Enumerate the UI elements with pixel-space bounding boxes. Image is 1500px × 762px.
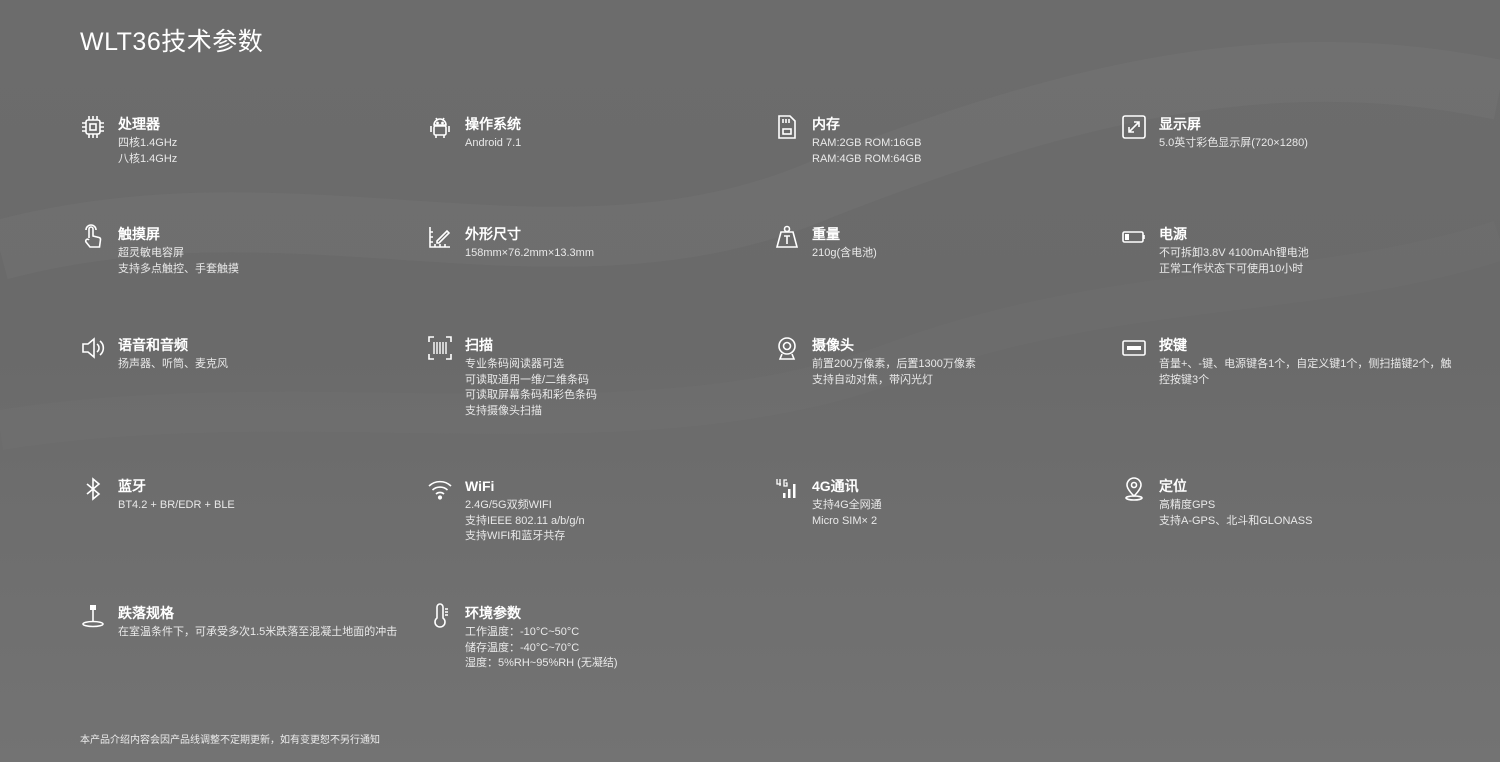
battery-icon bbox=[1121, 224, 1147, 250]
cpu-chip-icon bbox=[80, 114, 106, 140]
spec-line: 超灵敏电容屏 bbox=[118, 247, 184, 259]
spec-line: 支持摄像头扫描 bbox=[465, 404, 542, 417]
spec-label: 环境参数 bbox=[465, 605, 521, 621]
spec-line: RAM:4GB ROM:64GB bbox=[812, 152, 922, 165]
spec-line: RAM:2GB ROM:16GB bbox=[812, 137, 922, 149]
spec-line: 支持A-GPS、北斗和GLONASS bbox=[1159, 514, 1313, 527]
spec-line: 支持WIFI和蓝牙共存 bbox=[465, 530, 566, 542]
spec-line: 湿度：5%RH~95%RH (无凝结) bbox=[465, 657, 618, 669]
spec-label: 按键 bbox=[1159, 337, 1187, 353]
spec-line: 扬声器、听筒、麦克风 bbox=[118, 358, 228, 370]
expand-screen-icon bbox=[1121, 114, 1147, 140]
spec-line: 可读取通用一维/二维条码 bbox=[465, 373, 590, 386]
spec-label: 扫描 bbox=[465, 337, 493, 353]
spec-line: 支持多点触控、手套触摸 bbox=[118, 262, 239, 275]
memory-card-icon bbox=[774, 114, 800, 140]
spec-line: 八核1.4GHz bbox=[118, 152, 178, 165]
spec-line: 可读取屏幕条码和彩色条码 bbox=[465, 389, 597, 401]
signal-4g-icon bbox=[774, 476, 800, 502]
spec-label: WiFi bbox=[465, 478, 495, 494]
spec-line: 2.4G/5G双频WIFI bbox=[465, 499, 552, 511]
spec-line: 四核1.4GHz bbox=[118, 137, 178, 149]
spec-label: 操作系统 bbox=[465, 116, 521, 132]
drop-test-icon bbox=[80, 603, 106, 629]
page-title: WLT36技术参数 bbox=[80, 28, 264, 56]
spec-line: 高精度GPS bbox=[1159, 499, 1216, 511]
spec-label: 触摸屏 bbox=[118, 226, 160, 242]
spec-line: 音量+、-键、电源键各1个，自定义键1个，侧扫描键2个，触控按键3个 bbox=[1159, 358, 1452, 386]
ruler-pencil-icon bbox=[427, 224, 453, 250]
spec-line: 210g(含电池) bbox=[812, 247, 877, 259]
keyboard-key-icon bbox=[1121, 335, 1147, 361]
spec-line: 支持自动对焦，带闪光灯 bbox=[812, 373, 933, 386]
footnote: 本产品介绍内容会因产品线调整不定期更新，如有变更恕不另行通知 bbox=[80, 735, 380, 746]
wifi-icon bbox=[427, 476, 453, 502]
weight-icon bbox=[774, 224, 800, 250]
spec-line: 不可拆卸3.8V 4100mAh锂电池 bbox=[1159, 247, 1309, 259]
spec-label: 跌落规格 bbox=[118, 605, 174, 621]
spec-label: 内存 bbox=[812, 116, 840, 132]
spec-label: 蓝牙 bbox=[118, 478, 146, 494]
spec-line: 正常工作状态下可使用10小时 bbox=[1159, 262, 1304, 275]
spec-line: Micro SIM× 2 bbox=[812, 514, 878, 527]
location-pin-icon bbox=[1121, 476, 1147, 502]
spec-line: 工作温度：-10°C~50°C bbox=[465, 626, 580, 638]
spec-label: 电源 bbox=[1159, 226, 1187, 242]
spec-label: 显示屏 bbox=[1159, 116, 1201, 132]
spec-label: 定位 bbox=[1159, 478, 1187, 494]
spec-label: 4G通讯 bbox=[812, 478, 859, 494]
spec-line: 专业条码阅读器可选 bbox=[465, 358, 564, 370]
spec-label: 重量 bbox=[812, 226, 840, 242]
spec-line: 前置200万像素，后置1300万像素 bbox=[812, 358, 976, 370]
spec-line: 在室温条件下，可承受多次1.5米跌落至混凝土地面的冲击 bbox=[118, 626, 398, 638]
spec-line: BT4.2 + BR/EDR + BLE bbox=[118, 499, 235, 511]
spec-label: 处理器 bbox=[118, 116, 160, 132]
spec-line: Android 7.1 bbox=[465, 137, 522, 149]
spec-line: 支持4G全网通 bbox=[812, 499, 882, 511]
spec-line: 支持IEEE 802.11 a/b/g/n bbox=[465, 514, 585, 527]
bluetooth-icon bbox=[80, 476, 106, 502]
spec-label: 摄像头 bbox=[812, 337, 854, 353]
spec-line: 5.0英寸彩色显示屏(720×1280) bbox=[1159, 137, 1308, 149]
webcam-icon bbox=[774, 335, 800, 361]
spec-line: 储存温度：-40°C~70°C bbox=[465, 641, 580, 654]
thermometer-icon bbox=[427, 603, 453, 629]
speaker-icon bbox=[80, 335, 106, 361]
android-robot-icon bbox=[427, 114, 453, 140]
barcode-scan-icon bbox=[427, 335, 453, 361]
spec-label: 外形尺寸 bbox=[465, 226, 521, 242]
touch-hand-icon bbox=[80, 224, 106, 250]
spec-line: 158mm×76.2mm×13.3mm bbox=[465, 247, 594, 259]
spec-label: 语音和音频 bbox=[118, 337, 188, 353]
